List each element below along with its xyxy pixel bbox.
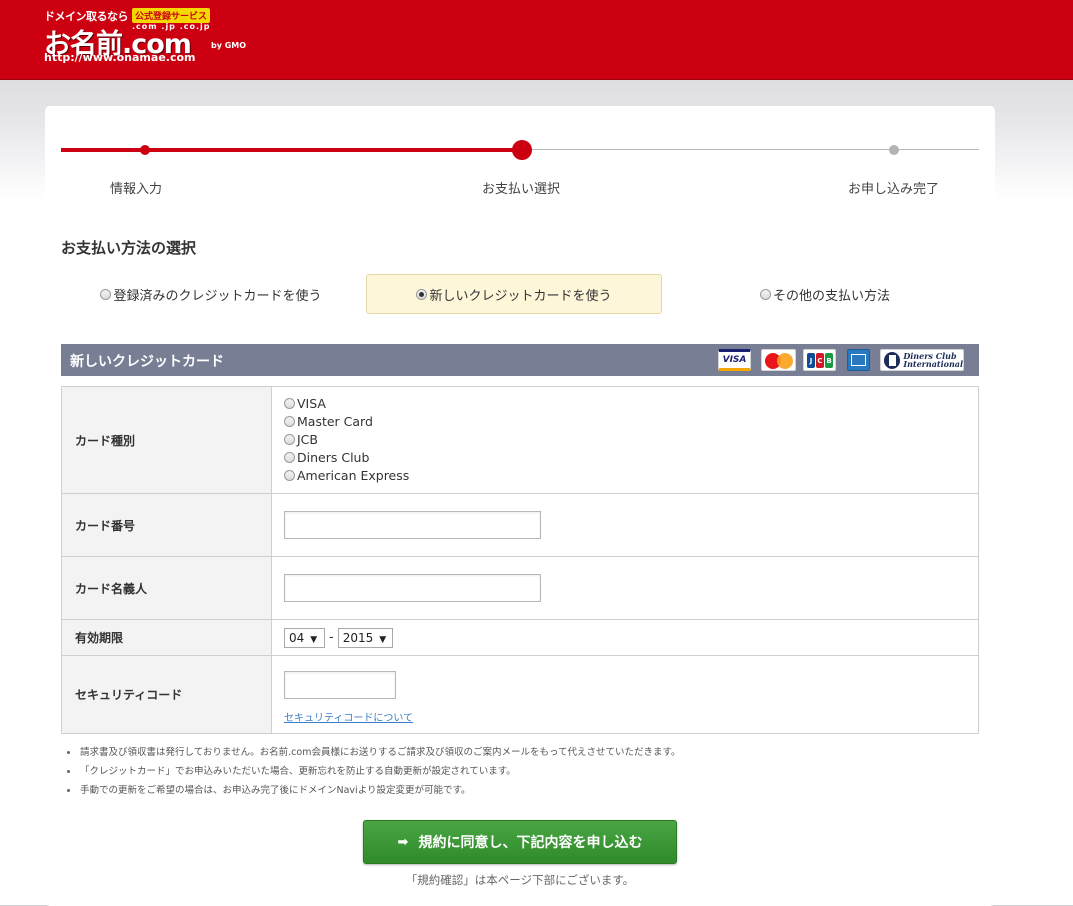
note-item: 手動での更新をご希望の場合は、お申込み完了後にドメインNaviより設定変更が可能…	[63, 781, 963, 800]
amex-icon	[847, 349, 870, 371]
radio-mastercard[interactable]	[284, 416, 295, 427]
cardholder-row: カード名義人	[61, 556, 979, 620]
option-label: American Express	[297, 468, 410, 483]
expiry-month-value: 04	[289, 630, 305, 645]
payment-method-other[interactable]: その他の支払い方法	[671, 274, 979, 314]
radio-registered-card[interactable]	[100, 288, 112, 300]
radio-jcb[interactable]	[284, 434, 295, 445]
payment-method-new-card[interactable]: 新しいクレジットカードを使う	[366, 274, 662, 314]
note-item: 請求書及び領収書は発行しておりません。お名前.com会員様にお送りするご請求及び…	[63, 743, 963, 762]
expiry-year-select[interactable]: 2015 ▼	[337, 627, 393, 648]
card-type-options: VISA Master Card JCB Diners Club America…	[271, 386, 979, 494]
chevron-down-icon: ▼	[379, 634, 387, 645]
terms-location-note: 「規約確認」は本ページ下部にございます。	[405, 873, 635, 887]
progress-dot-complete	[889, 145, 899, 155]
payment-method-options: 登録済みのクレジットカードを使う 新しいクレジットカードを使う その他の支払い方…	[61, 274, 979, 314]
site-header: ドメイン取るなら 公式登録サービス .com .jp .co.jp お名前.co…	[0, 0, 1073, 80]
jcb-letter-b: B	[825, 353, 833, 368]
card-type-row: カード種別 VISA Master Card JCB Diners Club A…	[61, 386, 979, 494]
card-number-row: カード番号	[61, 493, 979, 557]
diners-line2: International	[903, 359, 963, 369]
jcb-letter-j: J	[807, 353, 815, 368]
step-label-complete: お申し込み完了	[848, 182, 940, 197]
arrow-right-icon: ➡	[397, 834, 409, 850]
logo-url: http://www.onamae.com	[44, 51, 196, 64]
option-label: Diners Club	[297, 450, 370, 465]
progress-track-done	[61, 148, 522, 152]
option-label: JCB	[297, 432, 318, 447]
radio-visa[interactable]	[284, 398, 295, 409]
radio-diners[interactable]	[284, 452, 295, 463]
onamae-logo[interactable]: ドメイン取るなら 公式登録サービス .com .jp .co.jp お名前.co…	[44, 8, 274, 68]
jcb-icon: J C B	[803, 349, 836, 371]
expiry-row: 有効期限 04 ▼ -2015 ▼	[61, 619, 979, 656]
payment-method-label: 登録済みのクレジットカードを使う	[113, 288, 322, 304]
expiry-label: 有効期限	[61, 619, 272, 656]
mastercard-icon	[761, 349, 796, 371]
radio-amex[interactable]	[284, 470, 295, 481]
cardholder-input[interactable]	[284, 574, 541, 602]
expiry-month-select[interactable]: 04 ▼	[284, 627, 325, 648]
cardholder-label: カード名義人	[61, 556, 272, 620]
step-label-info: 情報入力	[110, 182, 163, 197]
security-code-help-link[interactable]: セキュリティコードについて	[284, 709, 977, 724]
expiry-separator: -	[329, 630, 334, 645]
note-item: 「クレジットカード」でお申込みいただいた場合、更新忘れを防止する自動更新が設定さ…	[63, 762, 963, 781]
agree-and-apply-label: 規約に同意し、下記内容を申し込む	[418, 835, 643, 851]
radio-other-method[interactable]	[759, 288, 771, 300]
credit-card-section-title: 新しいクレジットカード	[70, 354, 224, 370]
agree-and-apply-button[interactable]: ➡ 規約に同意し、下記内容を申し込む	[363, 820, 677, 864]
payment-method-label: 新しいクレジットカードを使う	[429, 288, 612, 304]
option-label: VISA	[297, 396, 326, 411]
card-type-label: カード種別	[61, 386, 272, 494]
card-type-option-diners[interactable]: Diners Club	[284, 449, 977, 467]
payment-method-label: その他の支払い方法	[772, 288, 890, 304]
card-number-label: カード番号	[61, 493, 272, 557]
option-label: Master Card	[297, 414, 373, 429]
chevron-down-icon: ▼	[310, 634, 318, 645]
progress-steps: 情報入力 お支払い選択 お申し込み完了	[61, 136, 979, 216]
expiry-year-value: 2015	[342, 630, 374, 645]
credit-card-form: カード種別 VISA Master Card JCB Diners Club A…	[61, 386, 979, 734]
payment-method-registered-card[interactable]: 登録済みのクレジットカードを使う	[61, 274, 361, 314]
main-panel: 情報入力 お支払い選択 お申し込み完了 お支払い方法の選択 登録済みのクレジット…	[45, 106, 995, 906]
card-type-option-mastercard[interactable]: Master Card	[284, 413, 977, 431]
jcb-letter-c: C	[816, 353, 824, 368]
credit-card-section-bar: 新しいクレジットカード VISA J C B Diners Club Inter…	[61, 344, 979, 376]
progress-track-todo	[522, 149, 979, 150]
logo-badge: 公式登録サービス	[132, 8, 211, 23]
step-label-payment: お支払い選択	[482, 182, 561, 197]
visa-logo-text: VISA	[722, 355, 747, 365]
card-type-option-amex[interactable]: American Express	[284, 467, 977, 485]
logo-by-gmo: by GMO	[211, 41, 247, 50]
security-code-label: セキュリティコード	[61, 655, 272, 734]
radio-new-card[interactable]	[416, 288, 428, 300]
progress-dot-payment	[512, 140, 532, 160]
card-type-option-jcb[interactable]: JCB	[284, 431, 977, 449]
progress-dot-info	[140, 145, 150, 155]
payment-notes: 請求書及び領収書は発行しておりません。お名前.com会員様にお送りするご請求及び…	[63, 743, 963, 800]
security-code-input[interactable]	[284, 671, 396, 699]
section-title: お支払い方法の選択	[61, 239, 197, 257]
security-code-row: セキュリティコード セキュリティコードについて	[61, 655, 979, 734]
card-number-input[interactable]	[284, 511, 541, 539]
card-type-option-visa[interactable]: VISA	[284, 395, 977, 413]
diners-club-icon: Diners Club International	[880, 349, 964, 371]
visa-icon: VISA	[718, 349, 751, 371]
